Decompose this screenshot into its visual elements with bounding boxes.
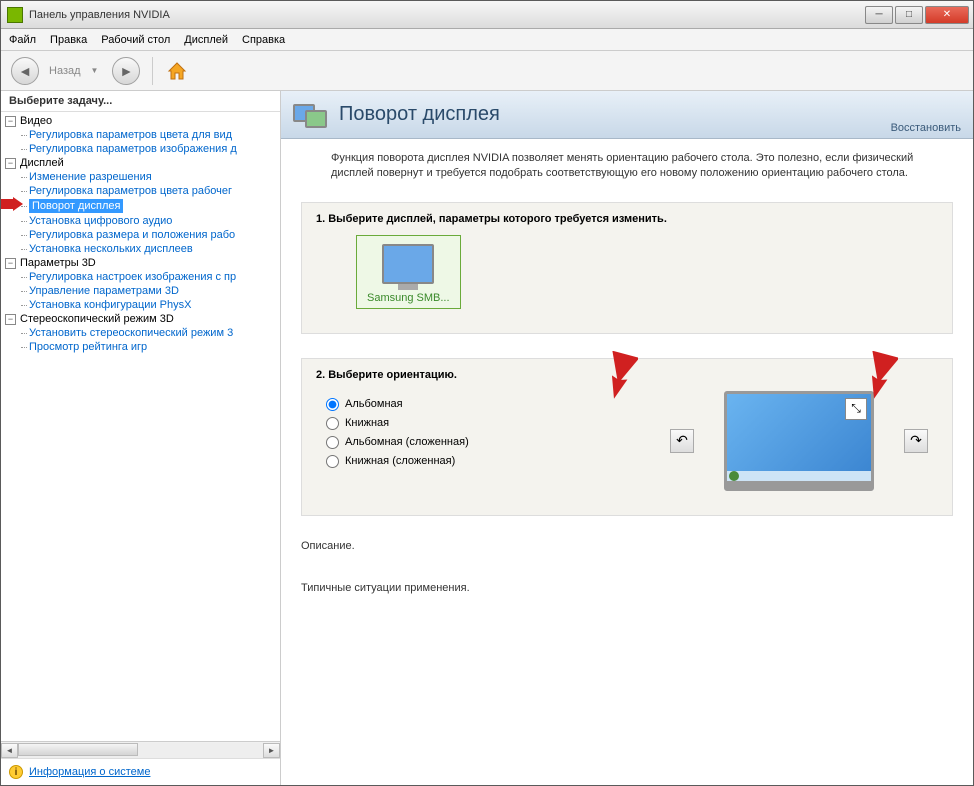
display-name: Samsung SMB...: [367, 292, 450, 304]
sidebar: Выберите задачу... − Видео Регулировка п…: [1, 91, 281, 785]
tree-item[interactable]: Изменение разрешения: [21, 170, 280, 184]
annotation-arrow-icon: [858, 351, 898, 401]
tree-group-display[interactable]: − Дисплей: [5, 156, 280, 170]
usage-label: Типичные ситуации применения.: [301, 582, 953, 594]
content-header: Поворот дисплея Восстановить: [281, 91, 973, 139]
menu-desktop[interactable]: Рабочий стол: [101, 34, 170, 46]
back-dropdown-icon[interactable]: ▼: [91, 66, 99, 75]
tree-item[interactable]: Установка нескольких дисплеев: [21, 242, 280, 256]
collapse-icon[interactable]: −: [5, 258, 16, 269]
step1-panel: 1. Выберите дисплей, параметры которого …: [301, 202, 953, 334]
scroll-thumb[interactable]: [18, 743, 138, 756]
swap-orientation-icon[interactable]: ⤡: [845, 398, 867, 420]
preview-monitor[interactable]: ⤡: [724, 391, 874, 491]
page-title: Поворот дисплея: [339, 103, 500, 126]
radio-input[interactable]: [326, 398, 339, 411]
scroll-track[interactable]: [18, 743, 263, 758]
content-pane: Поворот дисплея Восстановить Функция пов…: [281, 91, 973, 785]
nvidia-icon: [7, 7, 23, 23]
radio-landscape-flipped[interactable]: Альбомная (сложенная): [326, 433, 469, 452]
description-label: Описание.: [301, 540, 953, 552]
step1-title: 1. Выберите дисплей, параметры которого …: [316, 213, 938, 225]
annotation-arrow-icon: [598, 351, 638, 401]
tree-item-rotate-display[interactable]: Поворот дисплея: [21, 198, 280, 214]
step2-panel: 2. Выберите ориентацию. Альбомная Книжна…: [301, 358, 953, 516]
orientation-radios: Альбомная Книжная Альбомная (сложенная): [326, 395, 469, 471]
menu-display[interactable]: Дисплей: [184, 34, 228, 46]
tree-item[interactable]: Регулировка параметров цвета для вид: [21, 128, 280, 142]
menu-edit[interactable]: Правка: [50, 34, 87, 46]
tree-item[interactable]: Регулировка параметров изображения д: [21, 142, 280, 156]
monitor-icon: [382, 244, 434, 284]
radio-portrait-flipped[interactable]: Книжная (сложенная): [326, 452, 469, 471]
tree-item[interactable]: Регулировка размера и положения рабо: [21, 228, 280, 242]
tree-item[interactable]: Установка цифрового аудио: [21, 214, 280, 228]
content-body: Функция поворота дисплея NVIDIA позволяе…: [281, 139, 973, 785]
close-button[interactable]: ✕: [925, 6, 969, 24]
tree-item[interactable]: Просмотр рейтинга игр: [21, 340, 280, 354]
system-info-link[interactable]: Информация о системе: [29, 766, 150, 778]
scroll-left-icon[interactable]: ◄: [1, 743, 18, 758]
menu-help[interactable]: Справка: [242, 34, 285, 46]
home-button[interactable]: [165, 59, 189, 83]
tree-group-video[interactable]: − Видео: [5, 114, 280, 128]
back-button[interactable]: ◄: [11, 57, 39, 85]
radio-portrait[interactable]: Книжная: [326, 414, 469, 433]
radio-input[interactable]: [326, 455, 339, 468]
forward-button[interactable]: ►: [112, 57, 140, 85]
radio-input[interactable]: [326, 417, 339, 430]
preview-area: ↶ ⤡ ↷: [469, 391, 938, 491]
tree-item[interactable]: Регулировка параметров цвета рабочег: [21, 184, 280, 198]
description-text: Функция поворота дисплея NVIDIA позволяе…: [301, 151, 953, 182]
tree-group-3d[interactable]: − Параметры 3D: [5, 256, 280, 270]
sidebar-footer: i Информация о системе: [1, 758, 280, 785]
minimize-button[interactable]: ─: [865, 6, 893, 24]
radio-input[interactable]: [326, 436, 339, 449]
info-icon: i: [9, 765, 23, 779]
tree-item[interactable]: Регулировка настроек изображения с пр: [21, 270, 280, 284]
window-title: Панель управления NVIDIA: [29, 9, 863, 21]
horizontal-scrollbar[interactable]: ◄ ►: [1, 741, 280, 758]
rotate-cw-button[interactable]: ↷: [904, 429, 928, 453]
sidebar-task-label: Выберите задачу...: [1, 91, 280, 112]
app-window: Панель управления NVIDIA ─ □ ✕ Файл Прав…: [0, 0, 974, 786]
maximize-button[interactable]: □: [895, 6, 923, 24]
radio-landscape[interactable]: Альбомная: [326, 395, 469, 414]
rotate-ccw-button[interactable]: ↶: [670, 429, 694, 453]
scroll-right-icon[interactable]: ►: [263, 743, 280, 758]
collapse-icon[interactable]: −: [5, 158, 16, 169]
toolbar: ◄ Назад ▼ ►: [1, 51, 973, 91]
titlebar[interactable]: Панель управления NVIDIA ─ □ ✕: [1, 1, 973, 29]
rotate-display-icon: [293, 97, 329, 133]
display-selector[interactable]: Samsung SMB...: [356, 235, 461, 309]
tree-item[interactable]: Установка конфигурации PhysX: [21, 298, 280, 312]
task-tree: − Видео Регулировка параметров цвета для…: [1, 112, 280, 741]
restore-link[interactable]: Восстановить: [891, 122, 961, 134]
toolbar-separator: [152, 57, 153, 85]
tree-group-stereo[interactable]: − Стереоскопический режим 3D: [5, 312, 280, 326]
collapse-icon[interactable]: −: [5, 314, 16, 325]
back-label: Назад: [49, 65, 81, 77]
collapse-icon[interactable]: −: [5, 116, 16, 127]
tree-item[interactable]: Установить стереоскопический режим 3: [21, 326, 280, 340]
menu-file[interactable]: Файл: [9, 34, 36, 46]
tree-item[interactable]: Управление параметрами 3D: [21, 284, 280, 298]
menubar: Файл Правка Рабочий стол Дисплей Справка: [1, 29, 973, 51]
